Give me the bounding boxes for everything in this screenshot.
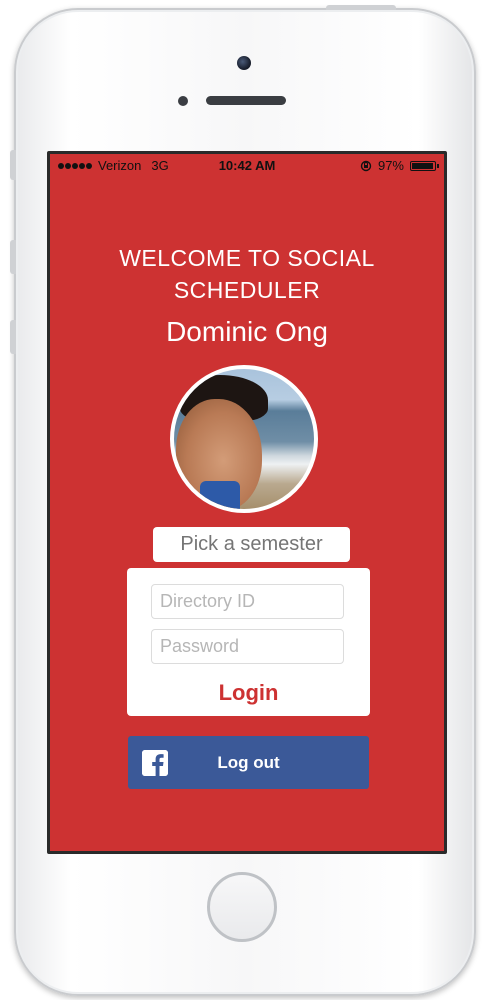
earpiece-speaker <box>206 96 286 105</box>
password-field[interactable] <box>151 629 344 664</box>
login-button[interactable]: Login <box>127 680 370 706</box>
facebook-logout-button[interactable]: Log out <box>128 736 369 789</box>
volume-up-button <box>10 240 16 274</box>
welcome-line-1: WELCOME TO SOCIAL <box>119 245 375 271</box>
user-name: Dominic Ong <box>166 316 328 347</box>
welcome-line-2: SCHEDULER <box>173 277 321 303</box>
status-bar: Verizon 3G 10:42 AM 97% <box>50 154 444 176</box>
front-camera <box>237 56 251 70</box>
profile-avatar <box>170 365 318 513</box>
login-card: Login <box>127 568 370 716</box>
volume-down-button <box>10 320 16 354</box>
semester-picker[interactable] <box>153 527 350 562</box>
directory-id-field[interactable] <box>151 584 344 619</box>
battery-icon <box>410 160 439 171</box>
welcome-heading: WELCOME TO SOCIAL SCHEDULER <box>50 242 444 306</box>
phone-frame: Verizon 3G 10:42 AM 97% WELCOME TO SOCIA… <box>10 5 476 996</box>
facebook-button-label: Log out <box>217 753 280 772</box>
app-screen: Verizon 3G 10:42 AM 97% WELCOME TO SOCIA… <box>47 151 447 854</box>
home-button[interactable] <box>207 872 277 942</box>
proximity-sensor <box>178 96 188 106</box>
status-right: 97% <box>360 158 439 173</box>
battery-percent: 97% <box>377 158 404 173</box>
power-button <box>326 5 396 10</box>
avatar-shirt <box>200 481 240 509</box>
mute-switch <box>10 150 16 180</box>
rotation-lock-icon <box>360 160 372 171</box>
